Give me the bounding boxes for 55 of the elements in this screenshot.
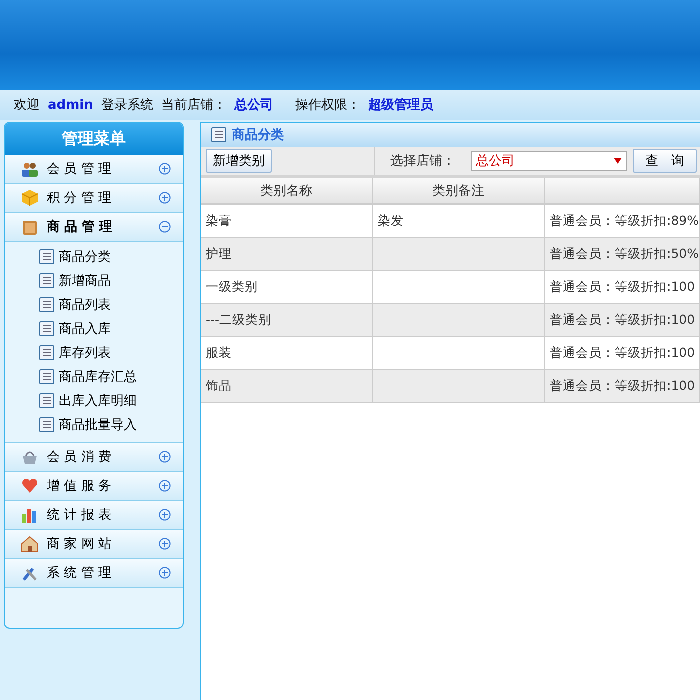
list-icon: [211, 127, 227, 143]
package-icon: [21, 218, 39, 236]
collapse-icon: [159, 221, 171, 233]
menu-item[interactable]: 商品批量导入: [39, 413, 183, 437]
table-cell: 普通会员：等级折扣:100: [545, 370, 700, 403]
menu-group[interactable]: 商 品 管 理: [5, 213, 183, 242]
menu-item[interactable]: 商品列表: [39, 293, 183, 317]
login-text: 登录系统: [101, 97, 154, 114]
menu-group[interactable]: 系 统 管 理: [5, 559, 183, 588]
welcome-text: 欢迎: [14, 97, 40, 114]
heart-icon: [21, 477, 39, 495]
list-icon: [39, 249, 55, 265]
table-cell: 普通会员：等级折扣:50%: [545, 238, 700, 271]
menu-item[interactable]: 商品库存汇总: [39, 365, 183, 389]
column-header: 类别备注: [373, 178, 545, 205]
people-icon: [21, 160, 39, 178]
menu-group[interactable]: 会 员 管 理: [5, 155, 183, 184]
store-name: 总公司: [234, 97, 274, 114]
username: admin: [48, 98, 94, 112]
store-label: 当前店铺：: [161, 97, 226, 114]
add-category-button[interactable]: 新增类别: [206, 149, 272, 173]
menu-item[interactable]: 出库入库明细: [39, 389, 183, 413]
permission-value: 超级管理员: [368, 97, 434, 114]
menu-item[interactable]: 商品分类: [39, 245, 183, 269]
menu-group[interactable]: 商 家 网 站: [5, 530, 183, 559]
menu-item[interactable]: 库存列表: [39, 341, 183, 365]
caret-icon: [614, 157, 622, 165]
column-header: 类别名称: [201, 178, 373, 205]
box-icon: [21, 189, 39, 207]
expand-icon: [159, 192, 171, 204]
table-cell: 护理: [201, 238, 373, 271]
bar-chart-icon: [21, 506, 39, 524]
menu-group[interactable]: 统 计 报 表: [5, 501, 183, 530]
expand-icon: [159, 509, 171, 521]
menu-item[interactable]: 商品入库: [39, 317, 183, 341]
panel-title: 商品分类: [232, 126, 284, 144]
expand-icon: [159, 538, 171, 550]
query-button[interactable]: 查 询: [633, 149, 697, 173]
menu-group[interactable]: 会 员 消 费: [5, 443, 183, 472]
menu-group[interactable]: 积 分 管 理: [5, 184, 183, 213]
house-icon: [21, 535, 39, 553]
expand-icon: [159, 567, 171, 579]
expand-icon: [159, 163, 171, 175]
expand-icon: [159, 480, 171, 492]
menu-item[interactable]: 新增商品: [39, 269, 183, 293]
store-select[interactable]: 总公司: [471, 151, 627, 171]
table-cell: ---二级类别: [201, 304, 373, 337]
table-cell: 饰品: [201, 370, 373, 403]
store-select-label: 选择店铺：: [390, 153, 456, 170]
sidebar-title: 管理菜单: [5, 123, 183, 155]
expand-icon: [159, 451, 171, 463]
table-cell: 普通会员：等级折扣:100: [545, 304, 700, 337]
menu-group[interactable]: 增 值 服 务: [5, 472, 183, 501]
permission-label: 操作权限：: [295, 97, 360, 114]
list-icon: [39, 345, 55, 361]
